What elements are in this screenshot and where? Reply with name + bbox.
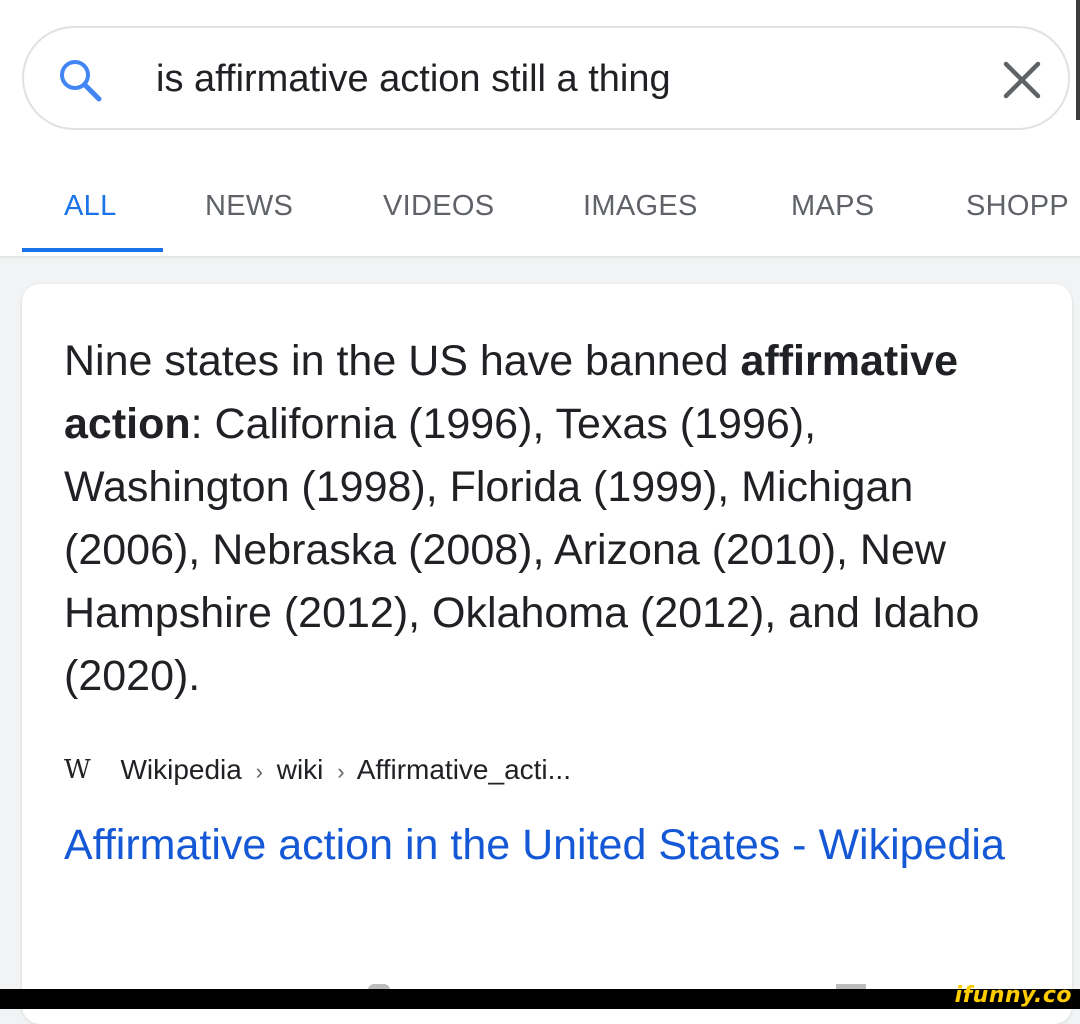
tab-images[interactable]: IMAGES	[583, 188, 698, 224]
breadcrumb-page: Affirmative_acti...	[356, 754, 571, 785]
tab-videos[interactable]: VIDEOS	[383, 188, 494, 224]
tabs-divider	[0, 256, 1080, 259]
wikipedia-logo-icon: W	[64, 755, 91, 785]
search-tabs: ALL NEWS VIDEOS IMAGES MAPS SHOPP	[0, 170, 1080, 256]
search-header: is affirmative action still a thing ALL …	[0, 0, 1080, 258]
result-title-link[interactable]: Affirmative action in the United States …	[64, 814, 1024, 877]
snippet-text-end: : California (1996), Texas (1996), Washi…	[64, 400, 980, 700]
watermark-bar	[0, 989, 1080, 1009]
breadcrumb-path: wiki	[276, 754, 324, 785]
breadcrumb: Wikipedia › wiki › Affirmative_acti...	[120, 754, 571, 786]
tab-shopping[interactable]: SHOPP	[966, 188, 1069, 224]
scroll-edge	[1076, 0, 1080, 120]
breadcrumb-site: Wikipedia	[120, 754, 242, 785]
active-tab-indicator	[22, 248, 163, 252]
result-source[interactable]: W Wikipedia › wiki › Affirmative_acti...	[64, 754, 571, 794]
search-bar[interactable]: is affirmative action still a thing	[22, 26, 1070, 130]
tab-all[interactable]: ALL	[64, 188, 117, 224]
snippet-text: Nine states in the US have banned affirm…	[64, 330, 1004, 708]
watermark-logo: ifunny.co	[954, 983, 1072, 1008]
featured-snippet-card: Nine states in the US have banned affirm…	[22, 284, 1072, 1024]
search-icon[interactable]	[56, 56, 104, 104]
breadcrumb-separator: ›	[255, 759, 263, 784]
snippet-text-start: Nine states in the US have banned	[64, 337, 741, 385]
breadcrumb-separator: ›	[337, 759, 345, 784]
close-icon[interactable]	[1000, 58, 1044, 102]
tab-maps[interactable]: MAPS	[791, 188, 874, 224]
tab-news[interactable]: NEWS	[205, 188, 293, 224]
search-input[interactable]: is affirmative action still a thing	[156, 56, 671, 102]
